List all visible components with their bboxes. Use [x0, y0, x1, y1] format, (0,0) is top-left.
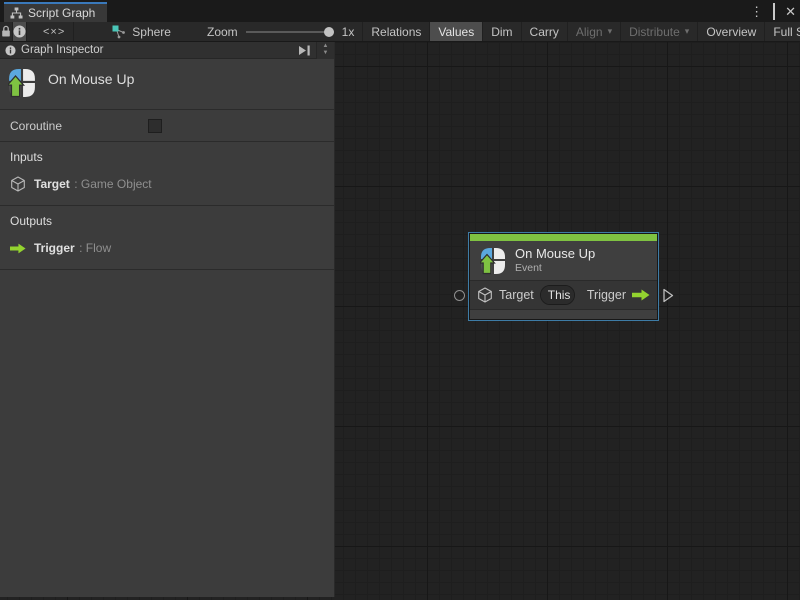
dock-panel-button[interactable]	[298, 45, 311, 56]
output-port-row: Trigger : Flow	[0, 237, 334, 259]
graph-hierarchy-icon	[10, 7, 23, 19]
chevron-down-icon: ▾	[685, 26, 690, 37]
inputs-section: Inputs Target : Game Object	[0, 142, 334, 206]
target-value-field[interactable]: This	[540, 285, 575, 305]
graph-toolbar: <×> Sphere Zoom 1x Relations Val	[0, 22, 800, 42]
node-header[interactable]: On Mouse Up Event	[470, 241, 657, 280]
distribute-dropdown[interactable]: Distribute ▾	[621, 22, 698, 41]
trigger-arrow-icon	[632, 289, 650, 301]
input-port-row: Target : Game Object	[0, 173, 334, 195]
mouse-up-icon	[480, 247, 506, 275]
inspector-stepper[interactable]: ▲ ▼	[316, 42, 334, 59]
coroutine-row: Coroutine	[0, 110, 334, 142]
toolbar-toggle-group: Relations Values Dim Carry Align ▾ Distr…	[362, 22, 800, 41]
inspected-unit-header: On Mouse Up	[0, 59, 334, 110]
align-dropdown[interactable]: Align ▾	[568, 22, 621, 41]
inspector-header: Graph Inspector ▲ ▼	[0, 42, 334, 59]
inspector-title: Graph Inspector	[21, 44, 293, 56]
output-port-type: : Flow	[79, 241, 111, 255]
target-value: This	[541, 286, 575, 304]
graph-owner-button[interactable]: Sphere	[102, 22, 181, 41]
game-object-cube-icon	[477, 287, 493, 303]
flow-arrow-icon	[10, 243, 26, 254]
carry-button[interactable]: Carry	[522, 22, 568, 41]
inputs-header: Inputs	[0, 150, 334, 173]
stepper-up-icon: ▲	[323, 43, 329, 50]
coroutine-checkbox[interactable]	[148, 119, 162, 133]
zoom-level-value: 1x	[342, 25, 355, 39]
info-icon	[13, 25, 26, 38]
node-title: On Mouse Up	[515, 247, 595, 262]
lock-icon	[0, 25, 12, 38]
graph-inspector-panel: Graph Inspector ▲ ▼	[0, 42, 335, 597]
values-button[interactable]: Values	[430, 22, 483, 41]
node-subtitle: Event	[515, 262, 595, 275]
relations-button[interactable]: Relations	[363, 22, 430, 41]
tab-script-graph[interactable]: Script Graph	[4, 2, 107, 22]
node-input-port[interactable]	[454, 290, 465, 301]
outputs-section: Outputs Trigger : Flow	[0, 206, 334, 270]
node-event-colorbar	[470, 234, 657, 241]
window-controls: ⋮ ✕	[750, 0, 796, 22]
window-tab-bar: Script Graph ⋮ ✕	[0, 0, 800, 22]
window-close-button[interactable]: ✕	[785, 5, 796, 18]
mouse-up-icon	[8, 67, 36, 99]
window-maximize-button[interactable]	[773, 5, 775, 18]
output-port-name: Trigger	[34, 241, 75, 255]
code-preview-button[interactable]: <×>	[35, 22, 74, 41]
script-graph-window: Script Graph ⋮ ✕	[0, 0, 800, 600]
info-icon	[5, 45, 16, 56]
zoom-slider[interactable]	[246, 26, 334, 38]
stepper-down-icon: ▼	[323, 50, 329, 57]
zoom-control: Zoom 1x	[207, 22, 362, 41]
game-object-cube-icon	[10, 176, 26, 192]
input-port-name: Target	[34, 177, 70, 191]
tab-label: Script Graph	[28, 6, 95, 20]
outputs-header: Outputs	[0, 214, 334, 237]
zoom-slider-thumb[interactable]	[324, 27, 334, 37]
node-output-port[interactable]	[663, 288, 674, 303]
dim-button[interactable]: Dim	[483, 22, 521, 41]
window-menu-button[interactable]: ⋮	[750, 5, 763, 18]
input-port-type: : Game Object	[74, 177, 151, 191]
overview-button[interactable]: Overview	[698, 22, 765, 41]
target-port-label: Target	[499, 288, 534, 302]
script-machine-icon	[112, 25, 126, 39]
zoom-label: Zoom	[207, 25, 238, 39]
node-footer	[470, 310, 657, 319]
trigger-port-label: Trigger	[587, 288, 626, 302]
graph-owner-label: Sphere	[132, 25, 171, 39]
fullscreen-button[interactable]: Full Screen	[765, 22, 800, 41]
inspector-toggle-button[interactable]	[13, 22, 27, 41]
chevron-down-icon: ▾	[608, 26, 613, 37]
coroutine-label: Coroutine	[10, 119, 62, 133]
node-port-row: Target This Trigger	[470, 280, 657, 310]
maximize-icon	[773, 3, 775, 20]
zoom-slider-track	[246, 31, 334, 33]
code-icon: <×>	[43, 26, 65, 38]
lock-button[interactable]	[0, 22, 13, 41]
inspected-unit-title: On Mouse Up	[48, 71, 134, 87]
node-on-mouse-up[interactable]: On Mouse Up Event Target This	[468, 232, 659, 321]
